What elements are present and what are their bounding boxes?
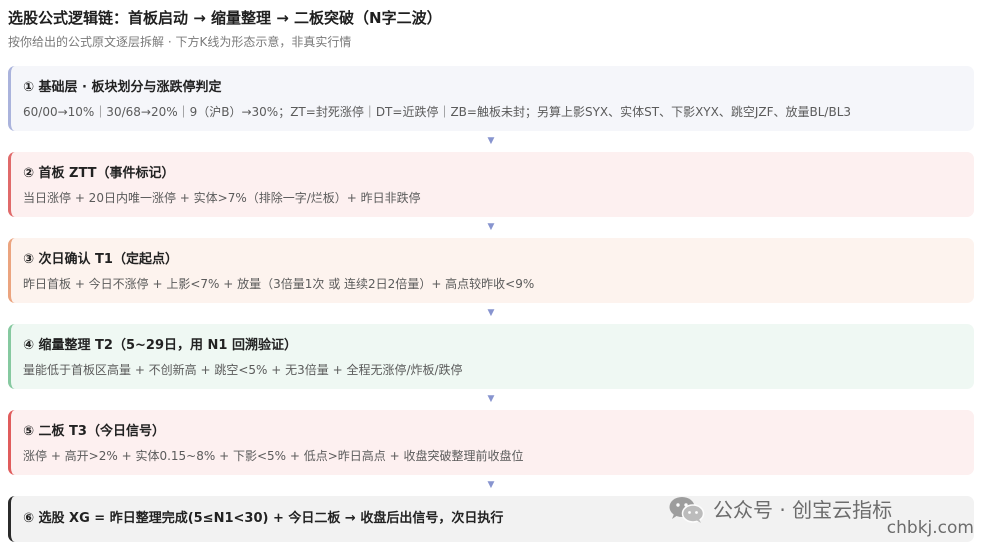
step-body: 昨日首板 + 今日不涨停 + 上影<7% + 放量（3倍量1次 或 连续2日2倍… (23, 277, 535, 291)
step-card-first-board: ② 首板 ZTT（事件标记） 当日涨停 + 20日内唯一涨停 + 实体>7%（排… (8, 152, 974, 217)
step-body: 量能低于首板区高量 + 不创新高 + 跳空<5% + 无3倍量 + 全程无涨停/… (23, 363, 463, 377)
step-card-second-board: ⑤ 二板 T3（今日信号） 涨停 + 高开>2% + 实体0.15~8% + 下… (8, 410, 974, 475)
down-arrow-icon: ▼ (487, 394, 495, 404)
down-arrow-icon: ▼ (487, 308, 495, 318)
step-card-next-day-confirm: ③ 次日确认 T1（定起点） 昨日首板 + 今日不涨停 + 上影<7% + 放量… (8, 238, 974, 303)
watermark-domain: chbkj.com (886, 518, 974, 538)
step-title: ② 首板 ZTT（事件标记） (23, 166, 175, 181)
step-body: 涨停 + 高开>2% + 实体0.15~8% + 下影<5% + 低点>昨日高点… (23, 449, 524, 463)
step-body: 当日涨停 + 20日内唯一涨停 + 实体>7%（排除一字/烂板）+ 昨日非跌停 (23, 191, 421, 205)
down-arrow-icon: ▼ (487, 222, 495, 232)
step-card-basic-layer: ① 基础层 · 板块划分与涨跌停判定 60/00→10%｜30/68→20%｜9… (8, 66, 974, 131)
step-body: 60/00→10%｜30/68→20%｜9（沪B）→30%；ZT=封死涨停｜DT… (23, 105, 852, 119)
wechat-icon (668, 496, 706, 524)
logic-chain: ① 基础层 · 板块划分与涨跌停判定 60/00→10%｜30/68→20%｜9… (8, 66, 974, 542)
down-arrow-icon: ▼ (487, 136, 495, 146)
step-title: ③ 次日确认 T1（定起点） (23, 252, 178, 267)
page: 选股公式逻辑链：首板启动 → 缩量整理 → 二板突破（N字二波） 按你给出的公式… (0, 0, 984, 547)
down-arrow-icon: ▼ (487, 480, 495, 490)
page-title: 选股公式逻辑链：首板启动 → 缩量整理 → 二板突破（N字二波） (8, 9, 442, 27)
step-title: ④ 缩量整理 T2（5~29日，用 N1 回溯验证） (23, 338, 297, 353)
step-title: ① 基础层 · 板块划分与涨跌停判定 (23, 80, 222, 95)
step-card-consolidation: ④ 缩量整理 T2（5~29日，用 N1 回溯验证） 量能低于首板区高量 + 不… (8, 324, 974, 389)
step-title: ⑤ 二板 T3（今日信号） (23, 424, 165, 439)
page-subtitle: 按你给出的公式原文逐层拆解 · 下方K线为形态示意，非真实行情 (8, 35, 352, 49)
watermark-account-name: 公众号 · 创宝云指标 (713, 498, 893, 522)
